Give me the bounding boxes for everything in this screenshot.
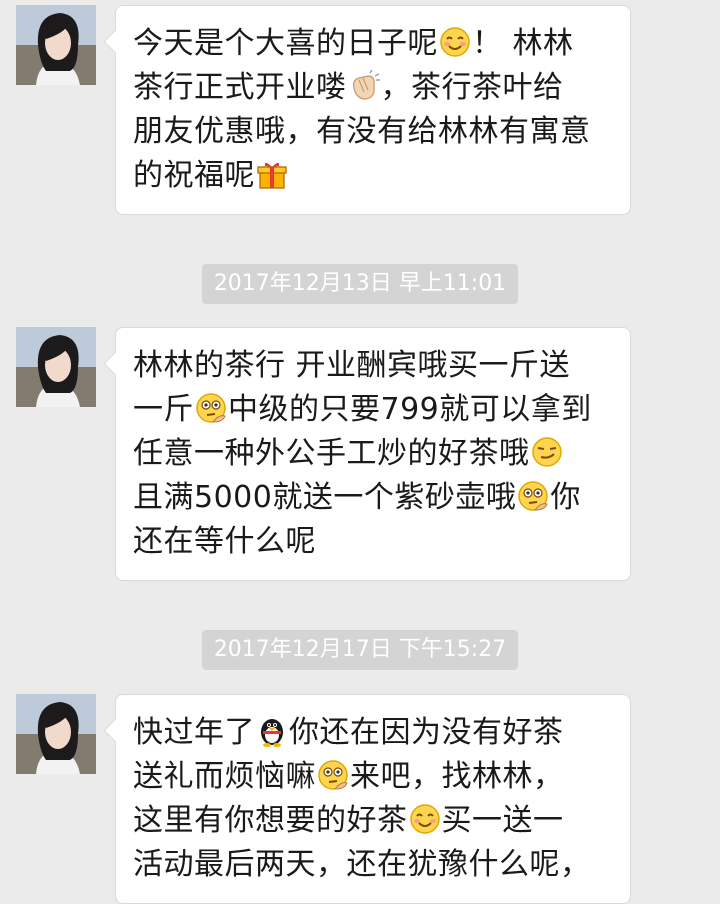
- avatar[interactable]: [16, 5, 96, 85]
- smirk-emoji-icon: [531, 436, 563, 468]
- avatar[interactable]: [16, 694, 96, 774]
- avatar[interactable]: [16, 327, 96, 407]
- thinking-emoji-icon: [517, 480, 549, 512]
- message-text-segment: 快过年了: [133, 715, 255, 750]
- timestamp-row: 2017年12月17日 下午15:27: [0, 630, 720, 670]
- thinking-emoji-icon: [195, 392, 227, 424]
- message-text: 快过年了 你还在因为没有好茶 送礼而烦恼嘛 来吧，找林林， 这里有你想要的好茶 买一送…: [133, 711, 612, 887]
- message-text-segment: 且满5000就送一个紫砂壶哦: [133, 480, 517, 515]
- message-bubble[interactable]: 今天是个大喜的日子呢！ 林林 茶行正式开业喽 ，茶行茶叶给 朋友优惠哦，有没有给林…: [115, 5, 631, 215]
- smile-emoji-icon: [409, 803, 441, 835]
- smile-emoji-icon: [439, 26, 471, 58]
- gift-emoji-icon: [256, 158, 288, 190]
- timestamp: 2017年12月13日 早上11:01: [201, 264, 519, 304]
- timestamp-row: 2017年12月13日 早上11:01: [0, 264, 720, 304]
- avatar-photo: [16, 327, 96, 407]
- avatar-photo: [16, 5, 96, 85]
- avatar-photo: [16, 694, 96, 774]
- message-text: 今天是个大喜的日子呢！ 林林 茶行正式开业喽 ，茶行茶叶给 朋友优惠哦，有没有给林…: [133, 22, 612, 198]
- message-bubble[interactable]: 快过年了 你还在因为没有好茶 送礼而烦恼嘛 来吧，找林林， 这里有你想要的好茶 买一送…: [115, 694, 631, 904]
- message-text: 林林的茶行 开业酬宾哦买一斤送 一斤 中级的只要799就可以拿到 任意一种外公手工…: [133, 344, 612, 564]
- clap-emoji-icon: [348, 69, 380, 102]
- message-text-segment: 今天是个大喜的日子呢: [133, 26, 438, 61]
- timestamp: 2017年12月17日 下午15:27: [201, 630, 519, 670]
- penguin-emoji-icon: [256, 715, 288, 747]
- thinking-emoji-icon: [317, 759, 349, 791]
- message-bubble[interactable]: 林林的茶行 开业酬宾哦买一斤送 一斤 中级的只要799就可以拿到 任意一种外公手工…: [115, 327, 631, 581]
